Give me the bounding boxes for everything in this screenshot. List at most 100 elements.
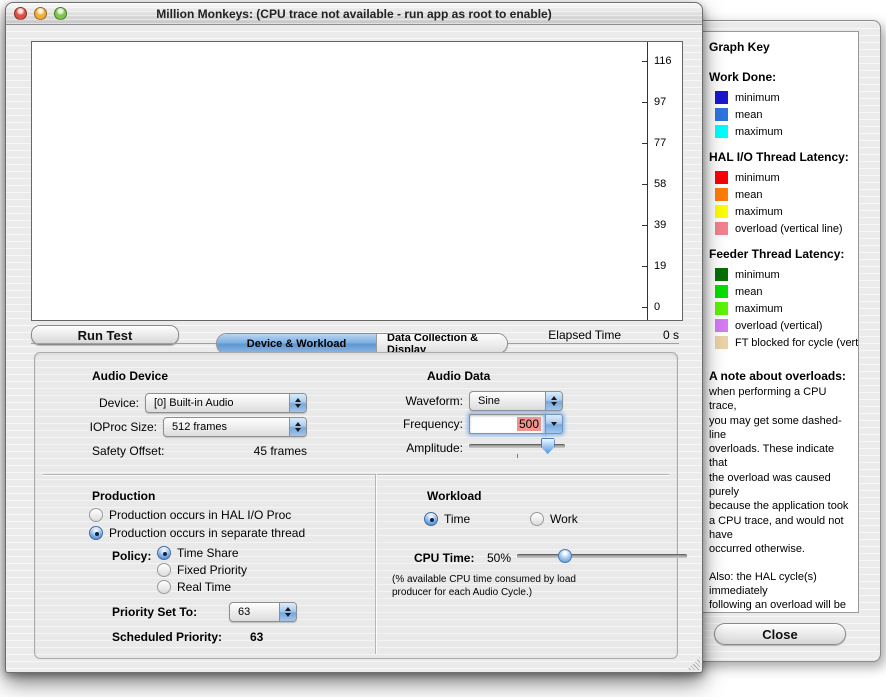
tab-set: Device & WorkloadData Collection & Displ… [216,333,508,354]
y-axis-tick-label: 116 [654,55,686,67]
waveform-popup[interactable]: Sine [469,391,563,411]
minimize-window-icon[interactable] [34,7,47,20]
tab-divider-right [506,343,679,344]
legend-swatch-mean [715,285,728,298]
legend-label: mean [735,189,763,201]
audio-device-header: Audio Device [92,369,168,383]
resize-grip[interactable] [687,657,700,670]
key-item: overload (vertical line) [709,220,854,237]
window-controls [14,7,67,20]
legend-label: minimum [735,172,780,184]
policy-label: Policy: [112,549,151,563]
legend-swatch-FT-blocked-for-cycle-vertical- [715,336,728,349]
tab-device-workload[interactable]: Device & Workload [217,334,377,353]
key-item: mean [709,186,854,203]
tab-divider-left [31,343,216,344]
y-axis-tick [642,143,647,144]
window-title: Million Monkeys: (CPU trace not availabl… [156,7,551,21]
radio-production-option-2[interactable]: Production occurs in separate thread [89,526,305,540]
radio-production-option-2-label: Production occurs in separate thread [109,526,305,540]
popup-stepper-icon [279,603,296,621]
legend-swatch-maximum [715,205,728,218]
popup-stepper-icon [545,392,562,410]
radio-workload-time[interactable]: Time [424,512,470,526]
device-popup-value: [0] Built-in Audio [146,394,289,412]
window-content: 11697775839190 Run Test Device & Workloa… [6,25,702,672]
radio-icon[interactable] [157,563,171,577]
cpu-time-slider [517,548,687,563]
frequency-label: Frequency: [375,417,463,431]
zoom-window-icon[interactable] [54,7,67,20]
amplitude-slider-thumb[interactable] [541,438,555,454]
radio-icon[interactable] [530,512,544,526]
radio-icon[interactable] [157,546,171,560]
key-item: mean [709,106,854,123]
legend-label: minimum [735,92,780,104]
ioproc-size-label: IOProc Size: [39,420,157,434]
panel-vertical-divider [375,474,376,654]
legend-swatch-minimum [715,91,728,104]
key-item: FT blocked for cycle (vertical) [709,334,854,351]
radio-workload-work[interactable]: Work [530,512,578,526]
legend-swatch-mean [715,108,728,121]
legend-label: overload (vertical line) [735,223,843,235]
close-button[interactable]: Close [714,623,846,645]
priority-popup-value: 63 [230,603,279,621]
radio-production-option-1[interactable]: Production occurs in HAL I/O Proc [89,508,291,522]
title-bar[interactable]: Million Monkeys: (CPU trace not availabl… [6,3,702,25]
radio-icon[interactable] [157,580,171,594]
y-axis-tick [642,225,647,226]
amplitude-label: Amplitude: [375,441,463,455]
graph-plot-area: 11697775839190 [31,41,683,321]
y-axis-tick-label: 0 [654,301,686,313]
radio-icon[interactable] [424,512,438,526]
cpu-time-slider-thumb[interactable] [558,549,572,563]
radio-policy-time-share[interactable]: Time Share [157,546,239,560]
y-axis-tick-label: 77 [654,137,686,149]
frequency-dropdown-icon[interactable] [545,414,563,434]
y-axis-tick-label: 19 [654,260,686,272]
radio-workload-time-label: Time [444,512,470,526]
priority-popup[interactable]: 63 [229,602,297,622]
waveform-popup-value: Sine [470,392,545,410]
cpu-time-value: 50% [487,551,511,565]
close-window-icon[interactable] [14,7,27,20]
cpu-time-slider-track[interactable] [517,554,687,558]
panel-horizontal-divider [43,474,669,475]
radio-icon[interactable] [89,508,103,522]
y-axis-tick [642,102,647,103]
run-test-button[interactable]: Run Test [31,325,179,345]
y-axis-tick [642,266,647,267]
legend-label: overload (vertical) [735,320,822,332]
legend-label: minimum [735,269,780,281]
legend-swatch-minimum [715,171,728,184]
key-item: maximum [709,123,854,140]
key-item: minimum [709,89,854,106]
production-header: Production [92,489,155,503]
graph-key-title: Graph Key [709,40,854,54]
legend-swatch-minimum [715,268,728,281]
y-axis-tick [642,61,647,62]
key-item: minimum [709,266,854,283]
frequency-input[interactable]: 500 [469,414,545,434]
y-axis-tick-label: 58 [654,178,686,190]
radio-policy-real-time[interactable]: Real Time [157,580,231,594]
key-section-title: Feeder Thread Latency: [709,247,854,261]
device-popup[interactable]: [0] Built-in Audio [145,393,307,413]
key-section-title: HAL I/O Thread Latency: [709,150,854,164]
ioproc-size-popup[interactable]: 512 frames [163,417,307,437]
legend-swatch-overload-vertical-line- [715,222,728,235]
overloads-note-1: when performing a CPU trace, you may get… [709,385,854,557]
radio-policy-fixed-priority[interactable]: Fixed Priority [157,563,247,577]
key-item: overload (vertical) [709,317,854,334]
tab-data-collection-display[interactable]: Data Collection & Display [377,334,507,353]
legend-swatch-maximum [715,125,728,138]
audio-data-header: Audio Data [427,369,490,383]
radio-icon[interactable] [89,526,103,540]
main-window: Million Monkeys: (CPU trace not availabl… [5,2,703,673]
ioproc-size-popup-value: 512 frames [164,418,289,436]
overloads-note-title: A note about overloads: [709,369,854,383]
y-axis-tick [642,184,647,185]
radio-workload-work-label: Work [550,512,578,526]
cpu-time-label: CPU Time: [414,551,474,565]
